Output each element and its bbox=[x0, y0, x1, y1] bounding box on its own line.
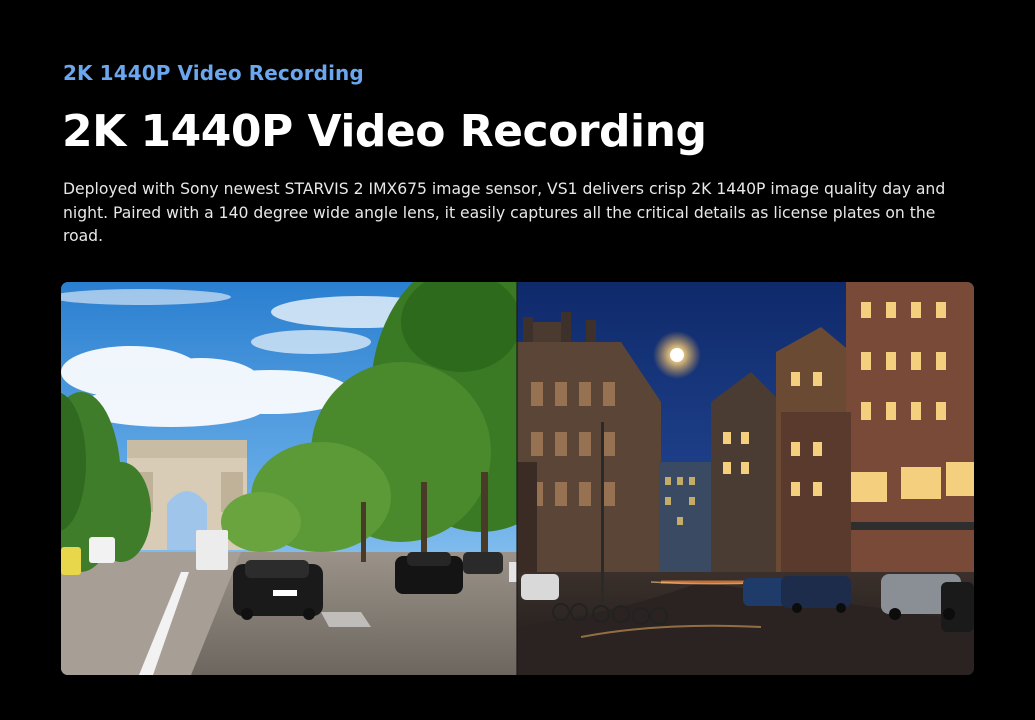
section-eyebrow: 2K 1440P Video Recording bbox=[63, 61, 364, 85]
section-title: 2K 1440P Video Recording bbox=[62, 106, 707, 157]
day-scene bbox=[61, 282, 517, 675]
comparison-image bbox=[61, 282, 974, 675]
night-scene bbox=[517, 282, 974, 675]
feature-section: 2K 1440P Video Recording 2K 1440P Video … bbox=[0, 0, 1035, 720]
section-description: Deployed with Sony newest STARVIS 2 IMX6… bbox=[63, 180, 946, 245]
